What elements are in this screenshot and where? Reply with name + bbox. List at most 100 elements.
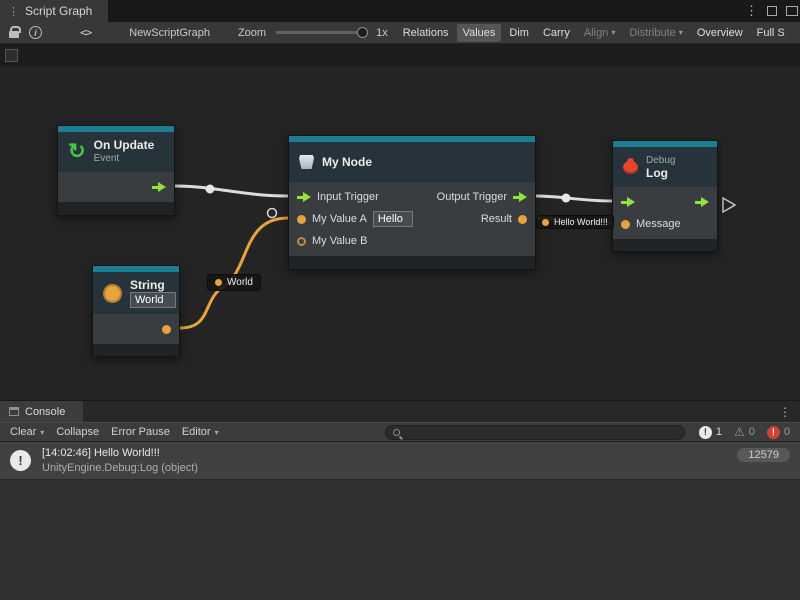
console-log-entry[interactable]: ! [14:02:46] Hello World!!! UnityEngine.… bbox=[0, 442, 800, 480]
info-log-icon: ! bbox=[10, 450, 31, 471]
fullscreen-button[interactable]: Full S bbox=[751, 24, 791, 42]
value-output-port[interactable] bbox=[162, 325, 171, 334]
warning-count-button[interactable]: ⚠ 0 bbox=[728, 426, 761, 438]
editor-button[interactable]: Editor ▾ bbox=[176, 424, 225, 440]
clear-button[interactable]: Clear ▾ bbox=[4, 424, 50, 440]
window-controls: ⋮ bbox=[745, 0, 800, 22]
bubble-text: Hello World!!! bbox=[554, 217, 608, 227]
port-row bbox=[613, 191, 717, 213]
info-icon[interactable]: i bbox=[29, 26, 42, 39]
node-body: Message bbox=[613, 187, 717, 239]
output-trigger-label: Output Trigger bbox=[437, 191, 507, 203]
caret-down-icon: ▾ bbox=[215, 428, 219, 437]
maximize-icon[interactable] bbox=[767, 6, 777, 16]
caret-down-icon: ▾ bbox=[611, 28, 615, 37]
value-input-port[interactable] bbox=[621, 220, 630, 229]
collapse-button[interactable]: Collapse bbox=[50, 424, 105, 440]
error-count: 0 bbox=[784, 426, 790, 438]
error-count-button[interactable]: ! 0 bbox=[761, 426, 796, 439]
node-title: My Node bbox=[322, 155, 372, 169]
wire-value-bubble-hello: Hello World!!! bbox=[536, 215, 614, 229]
distribute-button[interactable]: Distribute ▾ bbox=[623, 24, 688, 42]
node-my-node[interactable]: My Node Input Trigger Output Trigger My … bbox=[288, 135, 536, 270]
error-pause-button[interactable]: Error Pause bbox=[105, 424, 176, 440]
node-body: Input Trigger Output Trigger My Value A … bbox=[289, 182, 535, 256]
edit-source-icon[interactable]: <> bbox=[80, 26, 91, 39]
node-header: My Node bbox=[289, 142, 535, 182]
window-layout-icon[interactable] bbox=[786, 6, 798, 16]
flow-input-port[interactable] bbox=[621, 197, 635, 207]
canvas-corner-icon[interactable] bbox=[5, 49, 18, 62]
node-debug-log[interactable]: Debug Log Message bbox=[612, 140, 718, 252]
graph-toolbar: i <> NewScriptGraph Zoom 1x Relations Va… bbox=[0, 22, 800, 44]
dim-button[interactable]: Dim bbox=[503, 24, 535, 42]
flow-output-port[interactable] bbox=[152, 182, 166, 192]
collapse-count-badge: 12579 bbox=[737, 448, 790, 462]
zoom-label: Zoom bbox=[238, 27, 266, 39]
values-button[interactable]: Values bbox=[457, 24, 502, 42]
bubble-text: World bbox=[227, 277, 253, 288]
port-row: Input Trigger Output Trigger bbox=[289, 186, 535, 208]
result-label: Result bbox=[481, 213, 512, 225]
search-icon bbox=[393, 429, 400, 436]
string-value-input[interactable] bbox=[130, 292, 176, 308]
console-tab-bar: Console ⋮ bbox=[0, 401, 800, 422]
tab-console[interactable]: Console bbox=[0, 401, 83, 422]
input-trigger-label: Input Trigger bbox=[317, 191, 379, 203]
tab-script-graph[interactable]: ⋮ Script Graph bbox=[0, 0, 108, 22]
node-icon bbox=[299, 155, 314, 169]
node-body bbox=[58, 172, 174, 202]
value-output-port[interactable] bbox=[518, 215, 527, 224]
on-update-event-icon: ↻ bbox=[68, 142, 86, 162]
node-body bbox=[93, 314, 179, 344]
console-search[interactable] bbox=[385, 425, 685, 440]
zoom-value: 1x bbox=[376, 27, 388, 39]
node-footer bbox=[93, 344, 179, 356]
console-tab-label: Console bbox=[25, 406, 65, 418]
node-on-update[interactable]: ↻ On Update Event bbox=[57, 125, 175, 216]
flow-input-port[interactable] bbox=[297, 192, 311, 202]
debug-bug-icon bbox=[623, 161, 638, 174]
port-row: My Value A Result bbox=[289, 208, 535, 230]
my-value-a-label: My Value A bbox=[312, 213, 367, 225]
zoom-slider[interactable] bbox=[276, 31, 368, 34]
window-tab-bar: ⋮ Script Graph ⋮ bbox=[0, 0, 800, 22]
pane-menu-icon[interactable]: ⋮ bbox=[745, 3, 758, 19]
caret-down-icon: ▾ bbox=[40, 428, 44, 437]
console-menu-icon[interactable]: ⋮ bbox=[779, 405, 800, 419]
align-button[interactable]: Align ▾ bbox=[578, 24, 621, 42]
node-header: String bbox=[93, 272, 179, 314]
graph-name[interactable]: NewScriptGraph bbox=[129, 27, 210, 39]
node-title: String bbox=[130, 279, 176, 292]
relations-button[interactable]: Relations bbox=[397, 24, 455, 42]
node-subtitle: Event bbox=[94, 152, 155, 165]
node-header: ↻ On Update Event bbox=[58, 132, 174, 172]
string-literal-icon bbox=[103, 284, 122, 303]
port-row: My Value B bbox=[289, 230, 535, 252]
value-input-port[interactable] bbox=[297, 215, 306, 224]
value-input-port[interactable] bbox=[297, 237, 306, 246]
search-input[interactable] bbox=[405, 426, 677, 438]
port-row bbox=[58, 176, 174, 198]
console-tab-icon bbox=[9, 407, 19, 416]
carry-button[interactable]: Carry bbox=[537, 24, 576, 42]
node-string-literal[interactable]: String bbox=[92, 265, 180, 357]
caret-down-icon: ▾ bbox=[679, 28, 683, 37]
log-message: [14:02:46] Hello World!!! bbox=[42, 446, 198, 461]
info-log-icon: ! bbox=[699, 426, 712, 439]
info-count-button[interactable]: ! 1 bbox=[693, 426, 728, 439]
log-stacktrace: UnityEngine.Debug:Log (object) bbox=[42, 461, 198, 476]
flow-output-port[interactable] bbox=[695, 197, 709, 207]
node-footer bbox=[58, 202, 174, 215]
lock-icon[interactable] bbox=[9, 31, 19, 38]
node-header: Debug Log bbox=[613, 147, 717, 187]
overview-button[interactable]: Overview bbox=[691, 24, 749, 42]
my-value-a-input[interactable] bbox=[373, 211, 413, 227]
value-dot-icon bbox=[215, 279, 222, 286]
console-panel: Console ⋮ Clear ▾ Collapse Error Pause E… bbox=[0, 400, 800, 600]
flow-output-port[interactable] bbox=[513, 192, 527, 202]
info-count: 1 bbox=[716, 426, 722, 438]
value-dot-icon bbox=[542, 219, 549, 226]
zoom-slider-knob[interactable] bbox=[357, 27, 368, 38]
wire-value-bubble-world: World bbox=[207, 274, 261, 291]
